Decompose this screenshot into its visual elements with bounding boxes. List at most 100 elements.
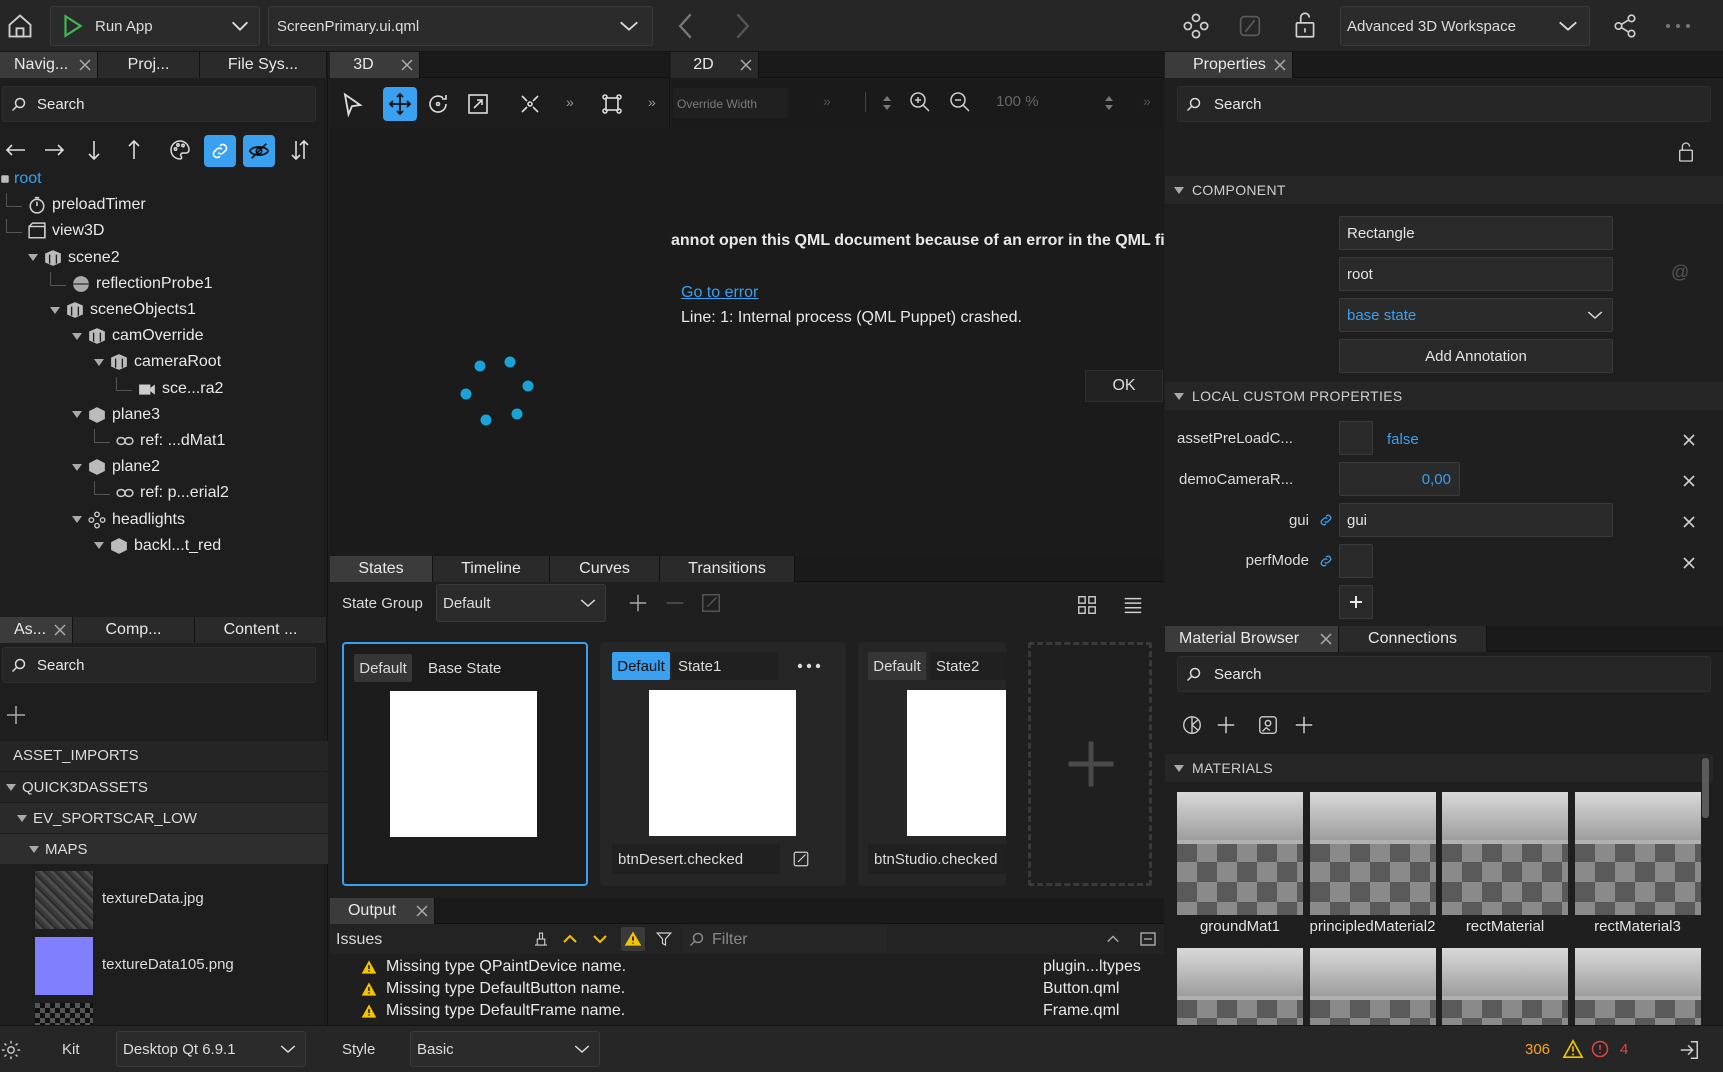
remove-property-icon[interactable] [1681,555,1697,571]
tree-node[interactable]: view3D [6,217,104,245]
materials-section[interactable]: MATERIALS [1165,754,1713,782]
tree-node[interactable]: headlights [72,506,185,534]
tab-timeline[interactable]: Timeline [433,555,550,582]
grid-view-icon[interactable] [1076,594,1098,616]
zoom-in-icon[interactable] [908,90,932,114]
binding-link-icon[interactable] [1318,512,1334,528]
checkbox[interactable] [1339,421,1373,455]
close-icon[interactable] [1272,57,1288,73]
add-state-card[interactable] [1028,642,1152,886]
section-maps[interactable]: MAPS [0,834,328,864]
expand-triangle-icon[interactable] [50,306,60,314]
remove-property-icon[interactable] [1681,432,1697,448]
warning-icon[interactable] [1562,1039,1584,1059]
run-app-button[interactable]: Run App [50,6,260,46]
exit-icon[interactable] [1678,1039,1700,1061]
type-field[interactable]: Rectangle [1339,216,1613,250]
remove-property-icon[interactable] [1681,514,1697,530]
asset-file-name[interactable]: textureData.jpg [102,890,204,907]
expand-triangle-icon[interactable] [28,254,38,262]
material-item[interactable] [1442,948,1568,1025]
link-toggle-icon[interactable] [204,135,236,167]
settings-gear-icon[interactable] [0,1039,22,1061]
select-tool-icon[interactable] [338,91,366,119]
palette-icon[interactable] [168,138,192,162]
texture-thumbnail[interactable] [35,871,93,929]
error-icon[interactable] [1590,1039,1610,1059]
expand-triangle-icon[interactable] [72,516,82,524]
tree-node[interactable]: plane3 [72,401,160,429]
tab-content-library[interactable]: Content ... [195,616,327,643]
expand-triangle-icon[interactable] [94,358,104,366]
tree-node[interactable]: camOverride [72,322,204,350]
close-icon[interactable] [399,57,415,73]
expand-triangle-icon[interactable] [72,463,82,471]
go-to-error-link[interactable]: Go to error [681,284,758,302]
expand-triangle-icon[interactable] [72,332,82,340]
forward-arrow-icon[interactable] [732,12,752,40]
unlock-icon[interactable] [1677,141,1695,163]
state-name-field[interactable]: State1 [672,652,778,680]
share-icon[interactable] [1612,12,1638,40]
document-selector[interactable]: ScreenPrimary.ui.qml [268,6,653,46]
section-quick3dassets[interactable]: QUICK3DASSETS [0,772,328,802]
maximize-icon[interactable] [1140,932,1156,946]
tab-components[interactable]: Comp... [73,616,195,643]
section-ev-sportscar[interactable]: EV_SPORTSCAR_LOW [0,803,328,833]
overflow-chevron-icon[interactable]: » [566,94,574,110]
tab-properties[interactable]: Properties [1165,51,1293,78]
edit-state-icon[interactable] [700,592,722,614]
state-name-field[interactable]: State2 [930,652,1006,680]
state-card-state1[interactable]: Default State1 btnDesert.checked [600,642,846,886]
edit-condition-icon[interactable] [792,850,810,868]
default-tag[interactable]: Default [612,652,670,680]
close-icon[interactable] [738,57,754,73]
material-item[interactable]: rectMaterial [1442,792,1568,935]
state-group-selector[interactable]: Default [436,584,606,622]
add-state-icon[interactable] [627,592,649,614]
workspace-selector[interactable]: Advanced 3D Workspace [1340,6,1590,46]
assets-search[interactable]: Search [2,647,316,683]
tree-node[interactable]: sce...ra2 [116,375,223,403]
add-icon[interactable] [4,703,28,727]
move-right-icon[interactable] [42,138,66,162]
overflow-chevron-icon[interactable]: » [1143,93,1151,109]
add-texture-icon[interactable] [1293,714,1315,736]
tree-node[interactable]: plane2 [72,453,160,481]
material-item[interactable] [1574,948,1701,1025]
properties-search[interactable]: Search [1177,86,1711,122]
next-issue-icon[interactable] [592,931,608,947]
visibility-toggle-icon[interactable] [243,135,275,167]
close-icon[interactable] [414,903,430,919]
overflow-chevron-icon[interactable]: » [648,94,656,110]
material-search[interactable]: Search [1177,656,1711,692]
number-field[interactable]: 0,00 [1339,462,1460,496]
material-item[interactable]: groundMat1 [1177,792,1303,935]
tree-node[interactable]: cameraRoot [94,348,221,376]
move-down-icon[interactable] [82,138,106,162]
state-card-base[interactable]: Default Base State [342,642,588,886]
zoom-out-icon[interactable] [948,90,972,114]
state-selector[interactable]: base state [1339,298,1613,332]
tree-node[interactable]: scene2 [28,244,120,272]
viewport-3d[interactable] [330,128,670,556]
expand-triangle-icon[interactable] [94,542,104,550]
components-icon[interactable] [1182,12,1210,40]
clean-icon[interactable] [532,930,550,948]
default-tag[interactable]: Default [868,652,926,680]
navigator-search[interactable]: Search [2,86,316,122]
lock-icon[interactable] [1292,10,1318,40]
tree-node[interactable]: preloadTimer [6,191,146,219]
tab-3d[interactable]: 3D [330,51,420,78]
edit-mode-icon[interactable] [1236,12,1264,40]
move-up-icon[interactable] [122,138,146,162]
scale-tool-icon[interactable] [466,92,490,116]
zoom-level[interactable]: 100 % [996,93,1039,110]
tree-node[interactable]: backl...t_red [94,532,221,560]
material-sphere-icon[interactable] [1181,714,1203,736]
texture-icon[interactable] [1257,714,1279,736]
tree-node[interactable]: root [0,168,42,193]
sort-icon[interactable] [288,138,312,162]
tree-node[interactable]: ref: ...dMat1 [94,427,225,455]
more-icon[interactable] [796,656,822,676]
